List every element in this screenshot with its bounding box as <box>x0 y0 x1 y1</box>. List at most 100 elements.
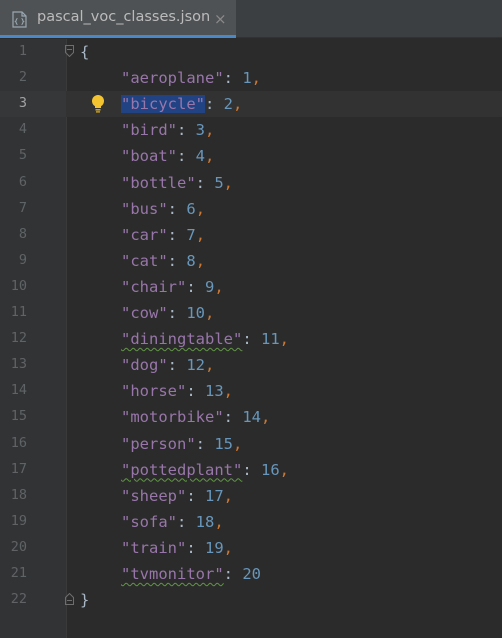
code-line[interactable]: 20 "train": 19, <box>0 535 502 561</box>
colon: : <box>195 434 215 453</box>
colon: : <box>195 173 215 192</box>
json-key: "aeroplane" <box>121 69 224 88</box>
colon: : <box>167 251 187 270</box>
code-text: "bicycle": 2, <box>80 94 242 114</box>
code-text: "sheep": 17, <box>80 486 233 506</box>
line-number: 16 <box>10 434 27 451</box>
line-number: 22 <box>10 591 27 608</box>
json-key: "bicycle" <box>121 95 205 114</box>
fold-close-icon[interactable] <box>65 593 74 606</box>
line-number: 1 <box>18 43 27 59</box>
comma: , <box>233 95 243 114</box>
code-line[interactable]: 8 "car": 7, <box>0 222 502 248</box>
code-text: "person": 15, <box>80 434 242 454</box>
comma: , <box>223 538 234 557</box>
code-text: { <box>80 42 89 62</box>
json-key: "bottle" <box>121 173 196 192</box>
code-line[interactable]: 18 "sheep": 17, <box>0 483 502 509</box>
line-gutter-cell: 8 <box>0 222 66 248</box>
json-key: "dog" <box>121 356 168 375</box>
code-line[interactable]: 6 "bottle": 5, <box>0 170 502 196</box>
json-value: 20 <box>242 565 261 583</box>
colon: : <box>167 199 187 218</box>
close-icon[interactable]: × <box>214 10 227 28</box>
code-text: "tvmonitor": 20 <box>80 564 261 584</box>
line-number: 19 <box>10 512 27 529</box>
code-line[interactable]: 9 "cat": 8, <box>0 248 502 274</box>
code-line[interactable]: 5 "boat": 4, <box>0 143 502 169</box>
code-text: "dog": 12, <box>80 355 214 375</box>
colon: : <box>186 277 205 296</box>
line-number: 3 <box>18 95 27 112</box>
colon: : <box>177 147 196 166</box>
tab-pascal-voc-classes[interactable]: pascal_voc_classes.json × <box>0 0 236 38</box>
code-line[interactable]: 3 "bicycle": 2, <box>0 91 502 118</box>
line-gutter-cell: 9 <box>0 248 66 274</box>
line-gutter-cell: 15 <box>0 404 66 430</box>
json-file-icon <box>12 11 27 28</box>
line-gutter-cell: 6 <box>0 170 66 196</box>
colon: : <box>167 356 187 375</box>
code-line[interactable]: 14 "horse": 13, <box>0 378 502 404</box>
code-line[interactable]: 13 "dog": 12, <box>0 352 502 378</box>
json-key: "car" <box>121 225 168 244</box>
code-line[interactable]: 17 "pottedplant": 16, <box>0 457 502 483</box>
colon: : <box>177 512 196 531</box>
colon: : <box>177 121 196 140</box>
colon: : <box>167 304 187 322</box>
json-value: 14 <box>242 408 261 427</box>
line-gutter-cell: 12 <box>0 326 66 352</box>
code-text: "chair": 9, <box>80 277 224 297</box>
code-line[interactable]: 11 "cow": 10, <box>0 300 502 326</box>
comma: , <box>261 408 271 427</box>
json-key: "cow" <box>121 304 168 322</box>
json-value: 9 <box>205 277 215 296</box>
line-gutter-cell: 4 <box>0 117 66 143</box>
json-key: "bird" <box>121 121 177 140</box>
code-line[interactable]: 19 "sofa": 18, <box>0 509 502 535</box>
json-value: 15 <box>214 434 233 453</box>
line-number: 7 <box>18 199 27 216</box>
code-line[interactable]: 7 "bus": 6, <box>0 196 502 222</box>
json-key: "pottedplant" <box>121 460 243 479</box>
comma: , <box>195 225 206 244</box>
code-line[interactable]: 4 "bird": 3, <box>0 117 502 143</box>
code-text: "car": 7, <box>80 225 205 245</box>
code-text: "motorbike": 14, <box>80 407 270 427</box>
colon: : <box>186 382 205 401</box>
code-text: "cow": 10, <box>80 303 214 323</box>
colon: : <box>223 565 243 583</box>
code-line[interactable]: 15 "motorbike": 14, <box>0 404 502 430</box>
line-gutter-cell: 14 <box>0 378 66 404</box>
close-brace: } <box>80 591 90 610</box>
code-line[interactable]: 10 "chair": 9, <box>0 274 502 300</box>
code-line[interactable]: 21 "tvmonitor": 20 <box>0 561 502 587</box>
json-value: 6 <box>186 199 196 218</box>
comma: , <box>195 251 206 270</box>
line-gutter-cell: 2 <box>0 65 66 91</box>
code-text: } <box>80 590 89 610</box>
comma: , <box>279 330 290 349</box>
colon: : <box>242 460 261 479</box>
line-gutter-cell: 18 <box>0 483 66 509</box>
fold-open-icon[interactable] <box>65 45 74 57</box>
code-line[interactable]: 16 "person": 15, <box>0 431 502 457</box>
json-value: 18 <box>195 512 215 531</box>
code-editor[interactable]: 1{2 "aeroplane": 1, 3 "bicycle": 2, 4 "bird":… <box>0 39 502 638</box>
code-line[interactable]: 12 "diningtable": 11, <box>0 326 502 352</box>
line-number: 15 <box>10 408 27 425</box>
colon: : <box>223 69 243 88</box>
tab-filename: pascal_voc_classes.json <box>37 9 211 25</box>
code-line[interactable]: 2 "aeroplane": 1, <box>0 65 502 91</box>
code-text: "aeroplane": 1, <box>80 68 261 88</box>
line-number: 13 <box>10 356 27 373</box>
code-line[interactable]: 1{ <box>0 39 502 65</box>
line-gutter-cell: 7 <box>0 196 66 222</box>
code-text: "bird": 3, <box>80 120 214 140</box>
comma: , <box>223 173 234 192</box>
code-line[interactable]: 22} <box>0 587 502 613</box>
code-text: "pottedplant": 16, <box>80 460 289 480</box>
code-text: "horse": 13, <box>80 381 233 401</box>
json-key: "motorbike" <box>121 408 224 427</box>
line-number: 8 <box>18 225 27 242</box>
